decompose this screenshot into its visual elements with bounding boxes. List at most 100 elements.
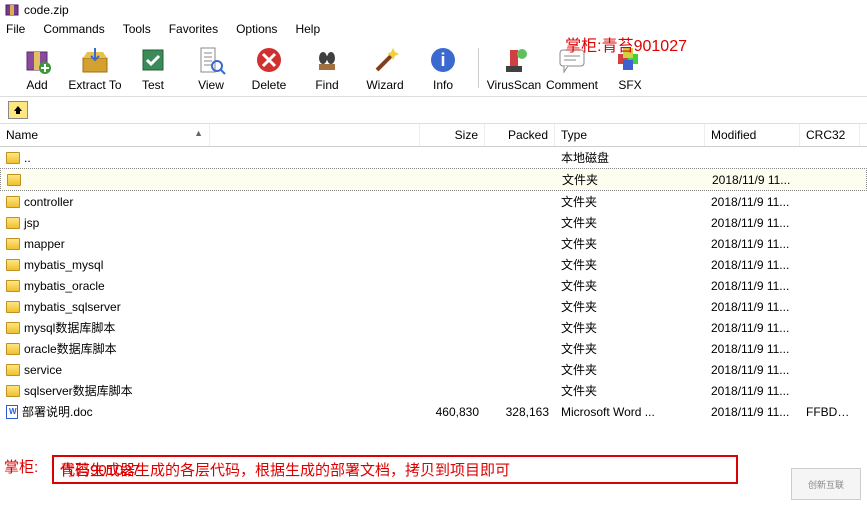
- table-row[interactable]: 文件夹2018/11/9 11...: [0, 168, 867, 191]
- cell-type: 文件夹: [555, 339, 705, 358]
- table-row[interactable]: mybatis_sqlserver文件夹2018/11/9 11...: [0, 296, 867, 317]
- cell-type: 文件夹: [555, 297, 705, 316]
- table-row[interactable]: controller文件夹2018/11/9 11...: [0, 191, 867, 212]
- cell-packed: [485, 285, 555, 287]
- folder-icon: [6, 343, 20, 355]
- folder-icon: [6, 238, 20, 250]
- toolbar-wizard-label: Wizard: [366, 78, 403, 92]
- title-bar: code.zip: [0, 0, 867, 20]
- table-row[interactable]: service文件夹2018/11/9 11...: [0, 359, 867, 380]
- table-row[interactable]: mybatis_oracle文件夹2018/11/9 11...: [0, 275, 867, 296]
- cell-name: mybatis_sqlserver: [0, 299, 420, 315]
- toolbar-view-label: View: [198, 78, 224, 92]
- toolbar-view-button[interactable]: View: [182, 42, 240, 94]
- col-packed[interactable]: Packed: [485, 124, 555, 146]
- cell-modified: 2018/11/9 11...: [705, 194, 800, 210]
- col-size[interactable]: Size: [420, 124, 485, 146]
- table-row[interactable]: oracle数据库脚本文件夹2018/11/9 11...: [0, 338, 867, 359]
- svg-text:i: i: [440, 50, 445, 70]
- menu-options[interactable]: Options: [236, 22, 277, 36]
- toolbar-virusscan-button[interactable]: VirusScan: [485, 42, 543, 94]
- window-title: code.zip: [24, 3, 69, 17]
- up-button[interactable]: [8, 101, 28, 119]
- cell-name: [1, 173, 421, 187]
- cell-modified: 2018/11/9 11...: [705, 320, 800, 336]
- table-row[interactable]: ..本地磁盘: [0, 147, 867, 168]
- cell-type: 文件夹: [556, 170, 706, 189]
- cell-packed: [485, 306, 555, 308]
- folder-icon: [6, 280, 20, 292]
- toolbar-sfx-label: SFX: [618, 78, 641, 92]
- watermark-top: 掌柜:青苔901027: [565, 32, 687, 56]
- toolbar-test-button[interactable]: Test: [124, 42, 182, 94]
- cell-name: mapper: [0, 236, 420, 252]
- menu-commands[interactable]: Commands: [43, 22, 104, 36]
- cell-crc: [800, 264, 860, 266]
- cell-modified: 2018/11/9 11...: [705, 278, 800, 294]
- cell-size: [420, 222, 485, 224]
- folder-icon: [6, 152, 20, 164]
- wizard-icon: [369, 44, 401, 76]
- cell-packed: [485, 348, 555, 350]
- folder-icon: [6, 259, 20, 271]
- cell-packed: [485, 327, 555, 329]
- cell-modified: 2018/11/9 11...: [705, 341, 800, 357]
- col-spacer[interactable]: [210, 124, 420, 146]
- folder-icon: [6, 364, 20, 376]
- test-icon: [137, 44, 169, 76]
- menu-favorites[interactable]: Favorites: [169, 22, 218, 36]
- toolbar-wizard-button[interactable]: Wizard: [356, 42, 414, 94]
- menu-tools[interactable]: Tools: [123, 22, 151, 36]
- table-row[interactable]: mapper文件夹2018/11/9 11...: [0, 233, 867, 254]
- col-modified[interactable]: Modified: [705, 124, 800, 146]
- cell-modified: 2018/11/9 11...: [706, 172, 801, 188]
- cell-crc: [800, 201, 860, 203]
- col-crc[interactable]: CRC32: [800, 124, 860, 146]
- toolbar-delete-label: Delete: [252, 78, 287, 92]
- cell-packed: [485, 201, 555, 203]
- cell-size: [420, 157, 485, 159]
- cell-crc: [800, 157, 860, 159]
- cell-name: mybatis_mysql: [0, 257, 420, 273]
- col-name[interactable]: Name▲: [0, 124, 210, 146]
- menu-help[interactable]: Help: [295, 22, 320, 36]
- menu-file[interactable]: File: [6, 22, 25, 36]
- table-row[interactable]: mybatis_mysql文件夹2018/11/9 11...: [0, 254, 867, 275]
- cell-type: 文件夹: [555, 234, 705, 253]
- cell-size: [420, 327, 485, 329]
- cell-crc: [800, 390, 860, 392]
- table-row[interactable]: jsp文件夹2018/11/9 11...: [0, 212, 867, 233]
- toolbar-info-button[interactable]: iInfo: [414, 42, 472, 94]
- table-row[interactable]: 部署说明.doc460,830328,163Microsoft Word ...…: [0, 401, 867, 422]
- virus-icon: [498, 44, 530, 76]
- cell-modified: 2018/11/9 11...: [705, 383, 800, 399]
- archive-icon: [4, 2, 20, 18]
- cell-packed: [485, 157, 555, 159]
- toolbar-add-button[interactable]: Add: [8, 42, 66, 94]
- cell-crc: [801, 179, 861, 181]
- nav-row: [0, 97, 867, 124]
- cell-type: Microsoft Word ...: [555, 404, 705, 420]
- toolbar-extract-button[interactable]: Extract To: [66, 42, 124, 94]
- col-type[interactable]: Type: [555, 124, 705, 146]
- cell-type: 文件夹: [555, 255, 705, 274]
- cell-type: 文件夹: [555, 318, 705, 337]
- cell-name: controller: [0, 194, 420, 210]
- table-row[interactable]: mysql数据库脚本文件夹2018/11/9 11...: [0, 317, 867, 338]
- cell-type: 文件夹: [555, 360, 705, 379]
- archive-extract-icon: [79, 44, 111, 76]
- folder-icon: [6, 322, 20, 334]
- cell-modified: 2018/11/9 11...: [705, 362, 800, 378]
- cell-crc: [800, 285, 860, 287]
- cell-name: 部署说明.doc: [0, 402, 420, 421]
- toolbar-delete-button[interactable]: Delete: [240, 42, 298, 94]
- cell-crc: [800, 369, 860, 371]
- bottom-annotation: 青苔901027 代码生成器生成的各层代码，根据生成的部署文档，拷贝到项目即可: [52, 455, 738, 484]
- cell-type: 本地磁盘: [555, 148, 705, 167]
- toolbar-extract-label: Extract To: [68, 78, 121, 92]
- cell-modified: 2018/11/9 11...: [705, 404, 800, 420]
- toolbar-find-button[interactable]: Find: [298, 42, 356, 94]
- cell-size: [420, 390, 485, 392]
- table-row[interactable]: sqlserver数据库脚本文件夹2018/11/9 11...: [0, 380, 867, 401]
- cell-type: 文件夹: [555, 276, 705, 295]
